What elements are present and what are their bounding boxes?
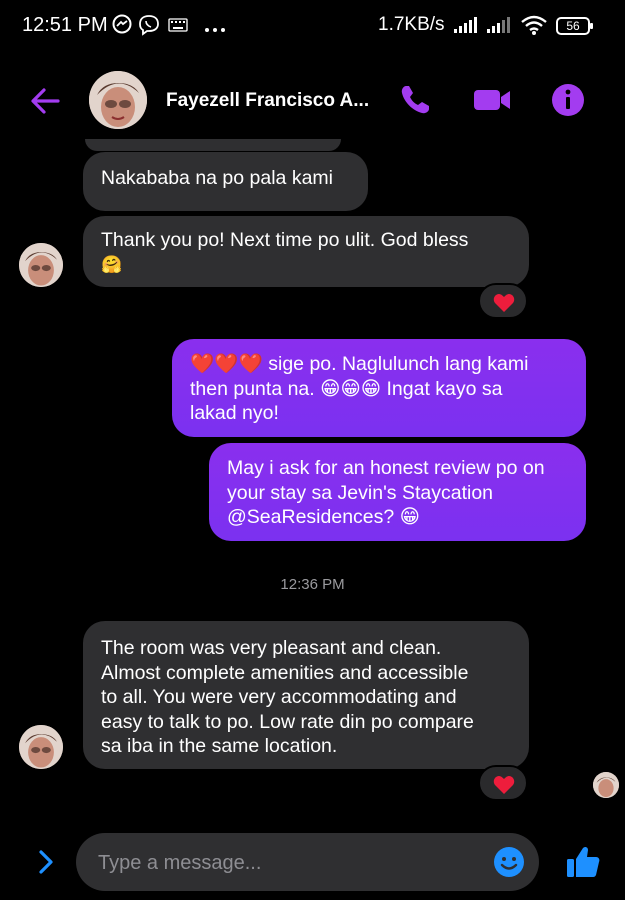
phone-icon[interactable] — [397, 82, 433, 118]
message-line: The room was very pleasant and clean. — [101, 637, 442, 659]
message-timestamp: 12:36 PM — [280, 576, 345, 593]
video-call-icon[interactable] — [472, 82, 510, 118]
message-line: then punta na. 😁😁😁 Ingat kayo sa — [190, 377, 503, 400]
contact-name[interactable]: Fayezell Francisco A... — [166, 90, 369, 112]
messenger-notification-icon — [112, 14, 132, 39]
message-line: Almost complete amenities and accessible — [101, 661, 469, 684]
hugging-emoji: 🤗 — [101, 254, 123, 274]
signal-icon-2 — [485, 15, 513, 40]
message-text: Nakababa na po pala kami — [101, 167, 333, 189]
message-text: Thank you po! Next time po ulit. God ble… — [101, 229, 469, 251]
message-reaction[interactable] — [478, 765, 528, 801]
viber-notification-icon — [138, 14, 160, 41]
info-icon[interactable] — [550, 82, 586, 118]
outgoing-message-bubble[interactable]: May i ask for an honest review po on you… — [209, 443, 586, 541]
message-line: May i ask for an honest review po on — [227, 457, 545, 479]
message-input[interactable] — [96, 847, 480, 879]
incoming-message-bubble[interactable]: Nakababa na po pala kami — [83, 152, 368, 211]
incoming-message-bubble[interactable]: Thank you po! Next time po ulit. God ble… — [83, 216, 529, 287]
signal-icon-1 — [452, 15, 480, 40]
back-arrow-icon[interactable] — [28, 84, 62, 118]
thumbs-up-icon[interactable] — [565, 844, 601, 885]
message-line: your stay sa Jevin's Staycation — [227, 481, 494, 504]
sender-avatar[interactable] — [19, 725, 63, 769]
message-line: lakad nyo! — [190, 402, 279, 424]
status-bar: 12:51 PM 1.7KB/s 56 — [0, 0, 625, 52]
status-time: 12:51 PM — [22, 14, 108, 36]
incoming-message-bubble[interactable]: The room was very pleasant and clean. Al… — [83, 621, 529, 769]
network-speed: 1.7KB/s — [378, 14, 445, 35]
sender-avatar[interactable] — [19, 243, 63, 287]
outgoing-message-bubble[interactable]: ❤️❤️❤️ sige po. Naglulunch lang kami the… — [172, 339, 586, 437]
keyboard-icon — [168, 18, 188, 37]
heart-reaction-icon — [493, 776, 515, 794]
more-notifications-icon — [204, 20, 226, 38]
expand-chevron-icon[interactable] — [36, 848, 56, 881]
chat-header: Fayezell Francisco A... — [0, 60, 625, 140]
message-line: @SeaResidences? 😁 — [227, 506, 420, 528]
emoji-smile-icon[interactable] — [493, 846, 525, 883]
heart-reaction-icon — [493, 294, 515, 312]
message-line: to all. You were very accommodating and — [101, 686, 457, 708]
wifi-icon — [520, 14, 548, 41]
read-receipt-avatar — [593, 772, 619, 798]
previous-message-edge — [85, 139, 341, 151]
message-reaction[interactable] — [478, 283, 528, 319]
message-composer — [76, 833, 539, 891]
message-line: ❤️❤️❤️ sige po. Naglulunch lang kami — [190, 353, 529, 375]
message-line: easy to talk to po. Low rate din po comp… — [101, 710, 474, 733]
contact-avatar[interactable] — [89, 71, 147, 129]
message-line: sa iba in the same location. — [101, 735, 338, 757]
battery-indicator: 56 — [556, 17, 593, 35]
